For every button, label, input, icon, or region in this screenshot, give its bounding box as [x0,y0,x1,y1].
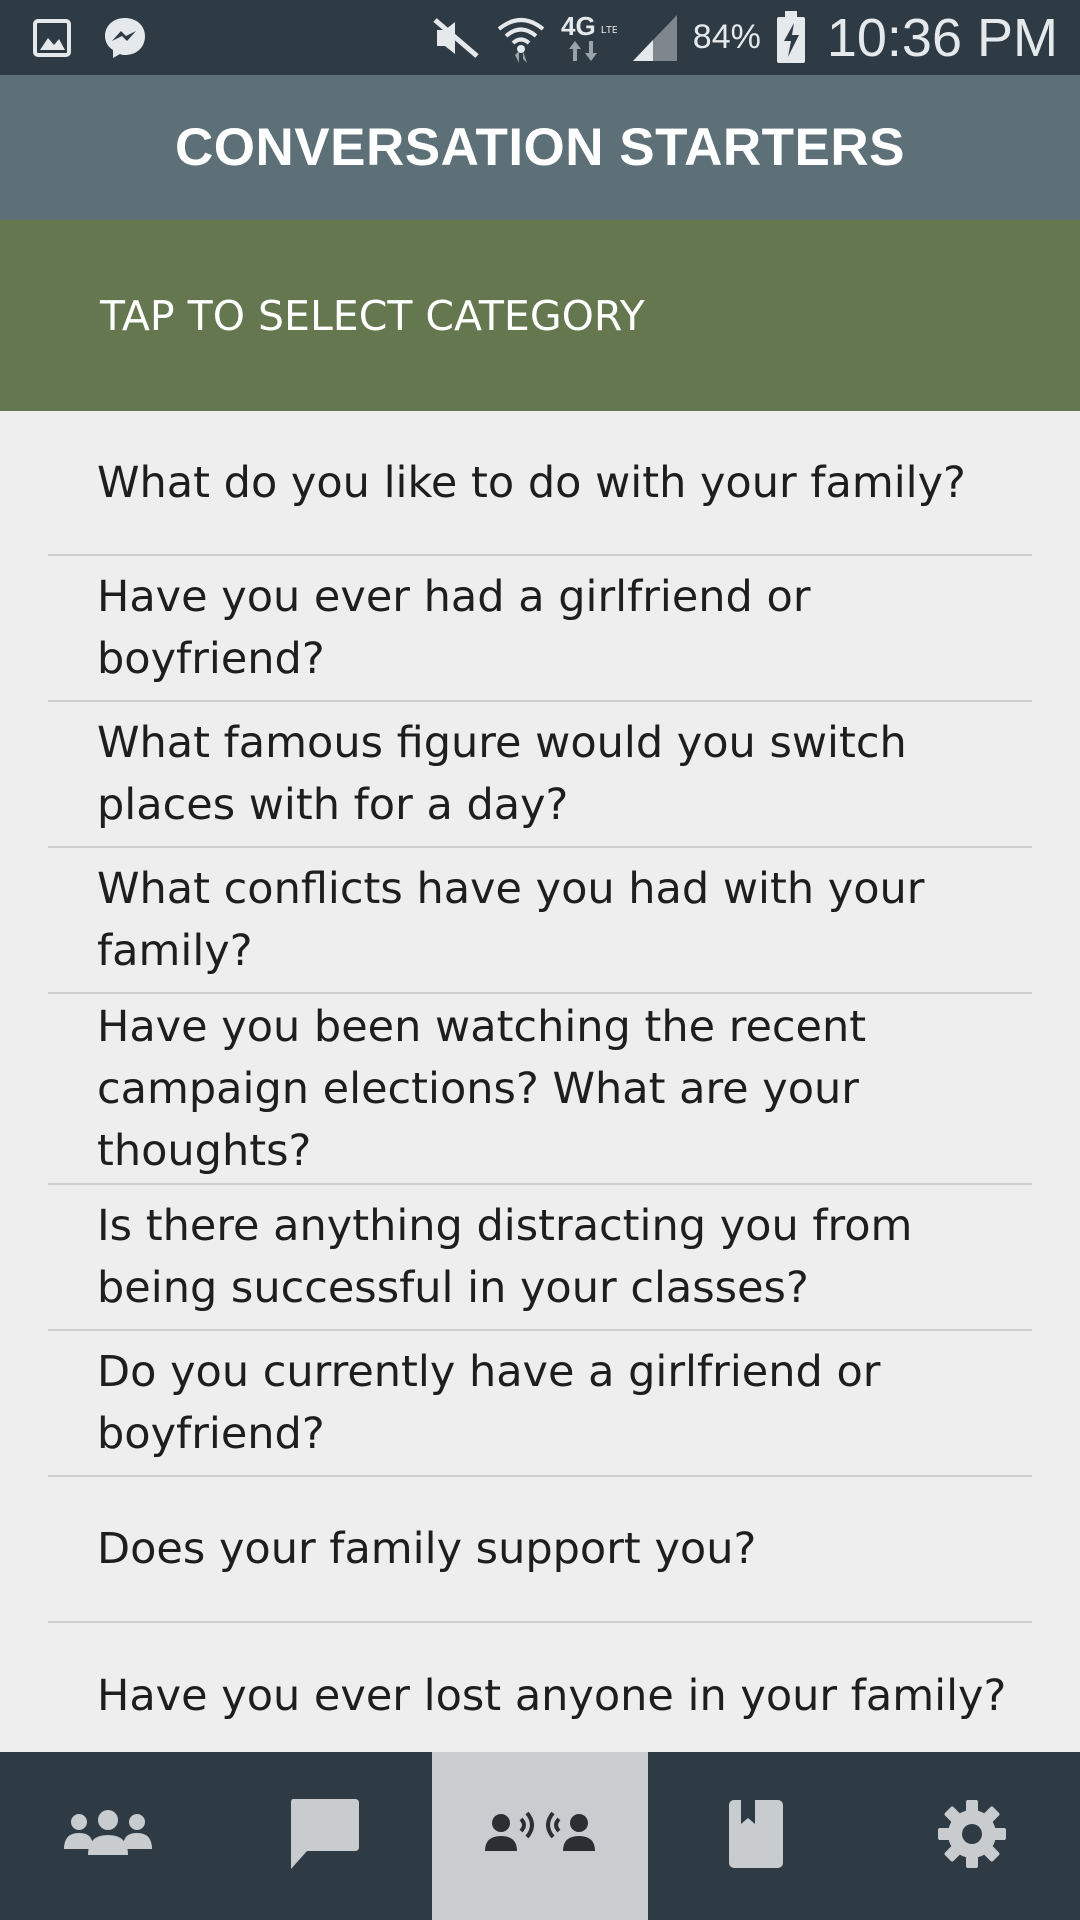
question-text: Have you been watching the recent campai… [97,1001,867,1176]
status-right: 4G LTE 84% 10:36 PM [431,7,1080,69]
book-icon [727,1798,785,1874]
status-bar: 4G LTE 84% 10:36 PM [0,0,1080,75]
status-time: 10:36 PM [826,7,1058,68]
list-item[interactable]: What conflicts have you had with your fa… [48,848,1032,994]
list-item[interactable]: What do you like to do with your family? [48,411,1032,556]
tab-chat[interactable] [216,1752,432,1920]
list-item[interactable]: Have you been watching the recent campai… [48,994,1032,1185]
question-text: Does your family support you? [97,1524,757,1574]
mute-icon [431,16,481,60]
tab-settings[interactable] [864,1752,1080,1920]
messenger-notification-icon [102,15,148,61]
battery-percentage: 84% [692,18,761,56]
battery-charging-icon [775,10,807,65]
tab-groups[interactable] [0,1752,216,1920]
bottom-nav [0,1752,1080,1920]
question-text: What famous figure would you switch plac… [97,718,907,830]
page-title: CONVERSATION STARTERS [175,118,905,177]
svg-text:4G: 4G [561,11,596,41]
category-selector-label: TAP TO SELECT CATEGORY [100,291,645,340]
category-selector[interactable]: TAP TO SELECT CATEGORY [0,220,1080,411]
app-screen: 4G LTE 84% 10:36 PM CONVERSATION STARTER… [0,0,1080,1920]
question-text: Do you currently have a girlfriend or bo… [97,1347,881,1459]
list-item[interactable]: Have you ever had a girlfriend or boyfri… [48,556,1032,702]
svg-text:LTE: LTE [601,25,617,36]
tab-conversation[interactable] [432,1752,648,1920]
status-left [0,15,148,61]
question-list[interactable]: What do you like to do with your family?… [0,411,1080,1752]
list-item[interactable]: Have you ever lost anyone in your family… [48,1623,1032,1752]
settings-gear-icon [936,1798,1008,1874]
list-item[interactable]: Do you currently have a girlfriend or bo… [48,1331,1032,1477]
question-text: What do you like to do with your family? [97,457,966,508]
question-text: What conflicts have you had with your fa… [97,864,925,976]
chat-bubble-icon [287,1797,361,1875]
question-text: Have you ever had a girlfriend or boyfri… [97,572,811,684]
conversation-icon [483,1809,597,1863]
4g-lte-icon: 4G LTE [561,11,617,65]
gallery-notification-icon [32,18,72,58]
list-item[interactable]: Is there anything distracting you from b… [48,1185,1032,1331]
list-item[interactable]: Does your family support you? [48,1477,1032,1623]
wifi-icon [495,13,547,63]
signal-icon [631,13,679,63]
group-icon [62,1809,154,1863]
question-text: Is there anything distracting you from b… [97,1201,913,1313]
question-text: Have you ever lost anyone in your family… [97,1671,1007,1721]
tab-journal[interactable] [648,1752,864,1920]
list-item[interactable]: What famous figure would you switch plac… [48,702,1032,848]
header-bar: CONVERSATION STARTERS [0,75,1080,220]
